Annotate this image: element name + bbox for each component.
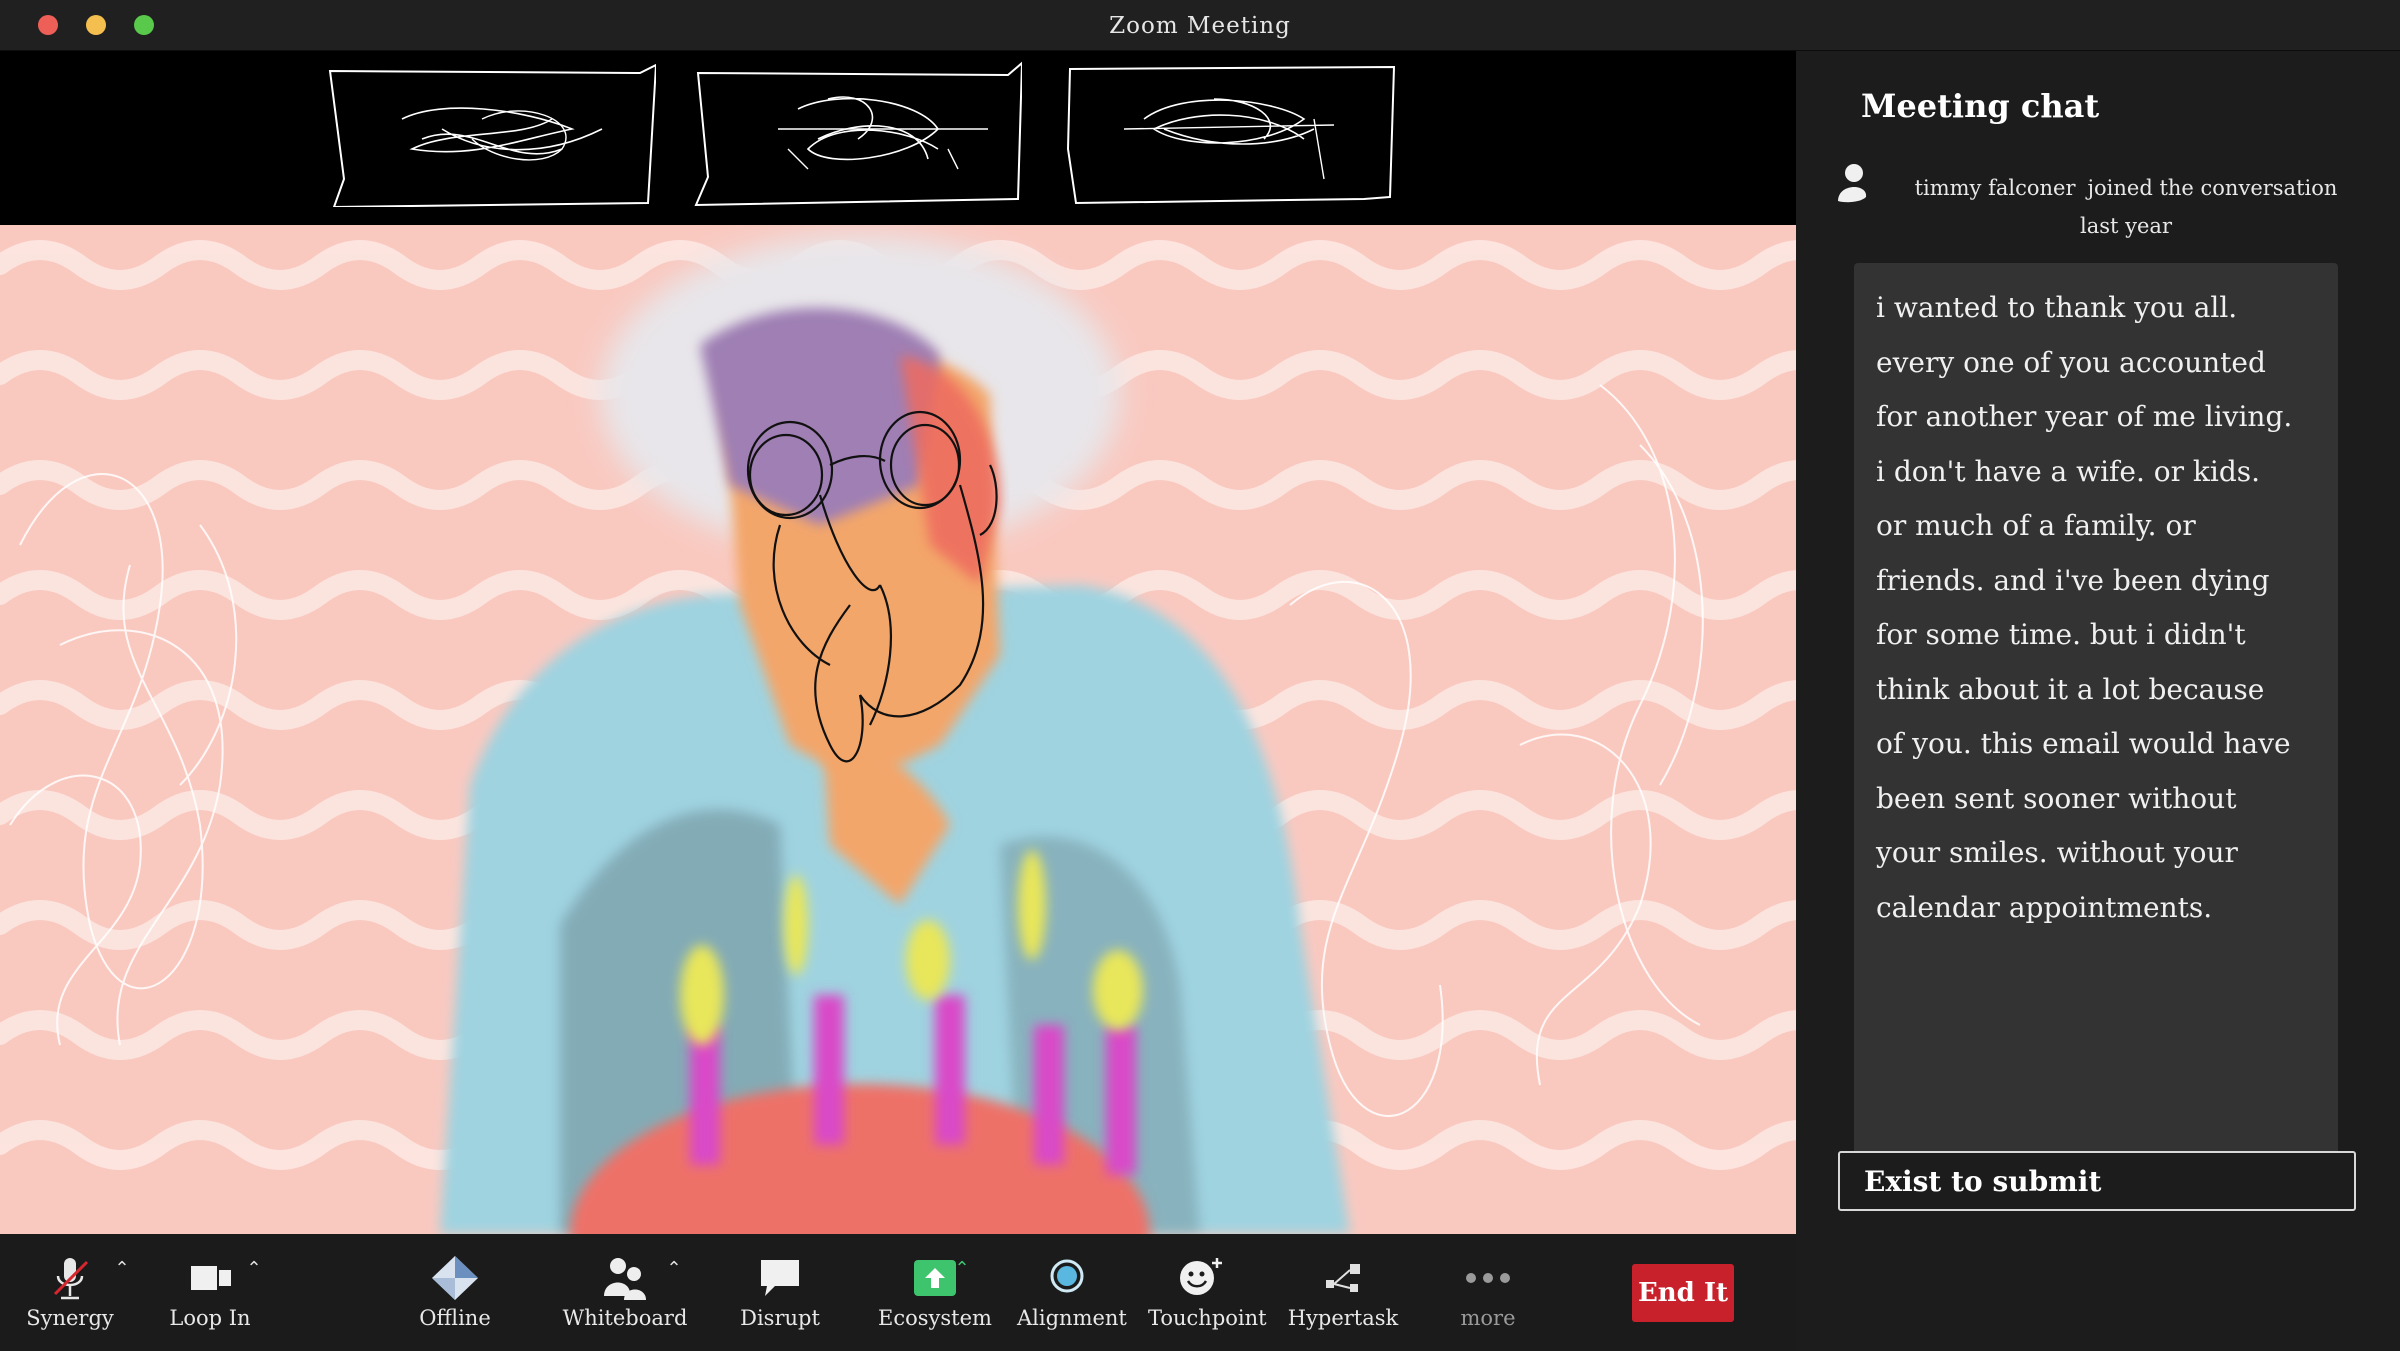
disrupt-button[interactable]: Disrupt xyxy=(730,1234,830,1351)
alignment-label: Alignment xyxy=(1017,1306,1127,1330)
join-username: timmy falconer xyxy=(1914,176,2076,200)
chat-message-bubble: i wanted to thank you all. every one of … xyxy=(1854,263,2338,1179)
loop-in-options-caret[interactable]: ⌃ xyxy=(244,1258,264,1279)
video-camera-icon xyxy=(191,1266,231,1290)
end-meeting-button[interactable]: End It xyxy=(1632,1264,1734,1322)
participant-thumbnail[interactable] xyxy=(688,59,1022,207)
chat-message-text: i wanted to thank you all. every one of … xyxy=(1876,291,2293,924)
participant-thumbnail[interactable] xyxy=(322,59,656,207)
chat-input-label: Exist to submit xyxy=(1864,1165,2102,1198)
more-button[interactable]: more xyxy=(1438,1234,1538,1351)
breakout-rooms-icon xyxy=(1326,1264,1360,1292)
hypertask-label: Hypertask xyxy=(1287,1306,1399,1330)
whiteboard-button[interactable]: Whiteboard xyxy=(560,1234,690,1351)
offline-label: Offline xyxy=(419,1306,491,1330)
whiteboard-label: Whiteboard xyxy=(562,1306,688,1330)
more-label: more xyxy=(1460,1306,1516,1330)
disrupt-label: Disrupt xyxy=(740,1306,820,1330)
ecosystem-label: Ecosystem xyxy=(878,1306,992,1330)
video-area xyxy=(0,51,1796,1234)
participants-icon xyxy=(604,1258,646,1300)
main-video-feed xyxy=(0,225,1796,1234)
participant-video-painting xyxy=(0,225,1796,1234)
participant-thumbnail[interactable] xyxy=(1064,59,1398,207)
join-notification: timmy falconer joined the conversation la… xyxy=(1876,169,2376,245)
synergy-options-caret[interactable]: ⌃ xyxy=(112,1258,132,1279)
chat-input-field[interactable]: Exist to submit xyxy=(1838,1151,2356,1211)
diamond-icon xyxy=(432,1256,478,1300)
whiteboard-options-caret[interactable]: ⌃ xyxy=(664,1258,684,1279)
meeting-toolbar: Synergy ⌃ Loop In ⌃ Offline Whiteboard ⌃ xyxy=(0,1234,1796,1351)
chat-panel: Meeting chat timmy falconer joined the co… xyxy=(1796,51,2400,1351)
ellipsis-icon xyxy=(1466,1273,1510,1283)
join-timestamp: last year xyxy=(2080,214,2172,238)
synergy-button[interactable]: Synergy xyxy=(20,1234,120,1351)
hypertask-button[interactable]: Hypertask xyxy=(1283,1234,1403,1351)
offline-button[interactable]: Offline xyxy=(405,1234,505,1351)
synergy-label: Synergy xyxy=(26,1306,114,1330)
loop-in-button[interactable]: Loop In xyxy=(160,1234,260,1351)
join-text: joined the conversation xyxy=(2087,176,2338,200)
record-circle-icon xyxy=(1050,1259,1084,1293)
chat-title: Meeting chat xyxy=(1861,87,2100,125)
alignment-button[interactable]: Alignment xyxy=(1017,1234,1127,1351)
loop-in-label: Loop In xyxy=(169,1306,251,1330)
participant-thumbnail-strip xyxy=(0,51,1796,225)
chat-bubble-icon xyxy=(761,1260,799,1296)
microphone-muted-icon xyxy=(53,1258,89,1300)
user-avatar-icon xyxy=(1838,164,1867,203)
title-bar: Zoom Meeting xyxy=(0,0,2400,51)
ecosystem-options-caret[interactable]: ⌃ xyxy=(952,1258,972,1279)
ecosystem-button[interactable]: Ecosystem xyxy=(875,1234,995,1351)
touchpoint-label: Touchpoint xyxy=(1148,1306,1267,1330)
touchpoint-button[interactable]: Touchpoint xyxy=(1148,1234,1267,1351)
window-title: Zoom Meeting xyxy=(1109,13,1291,39)
smiley-face-icon xyxy=(1180,1258,1222,1295)
